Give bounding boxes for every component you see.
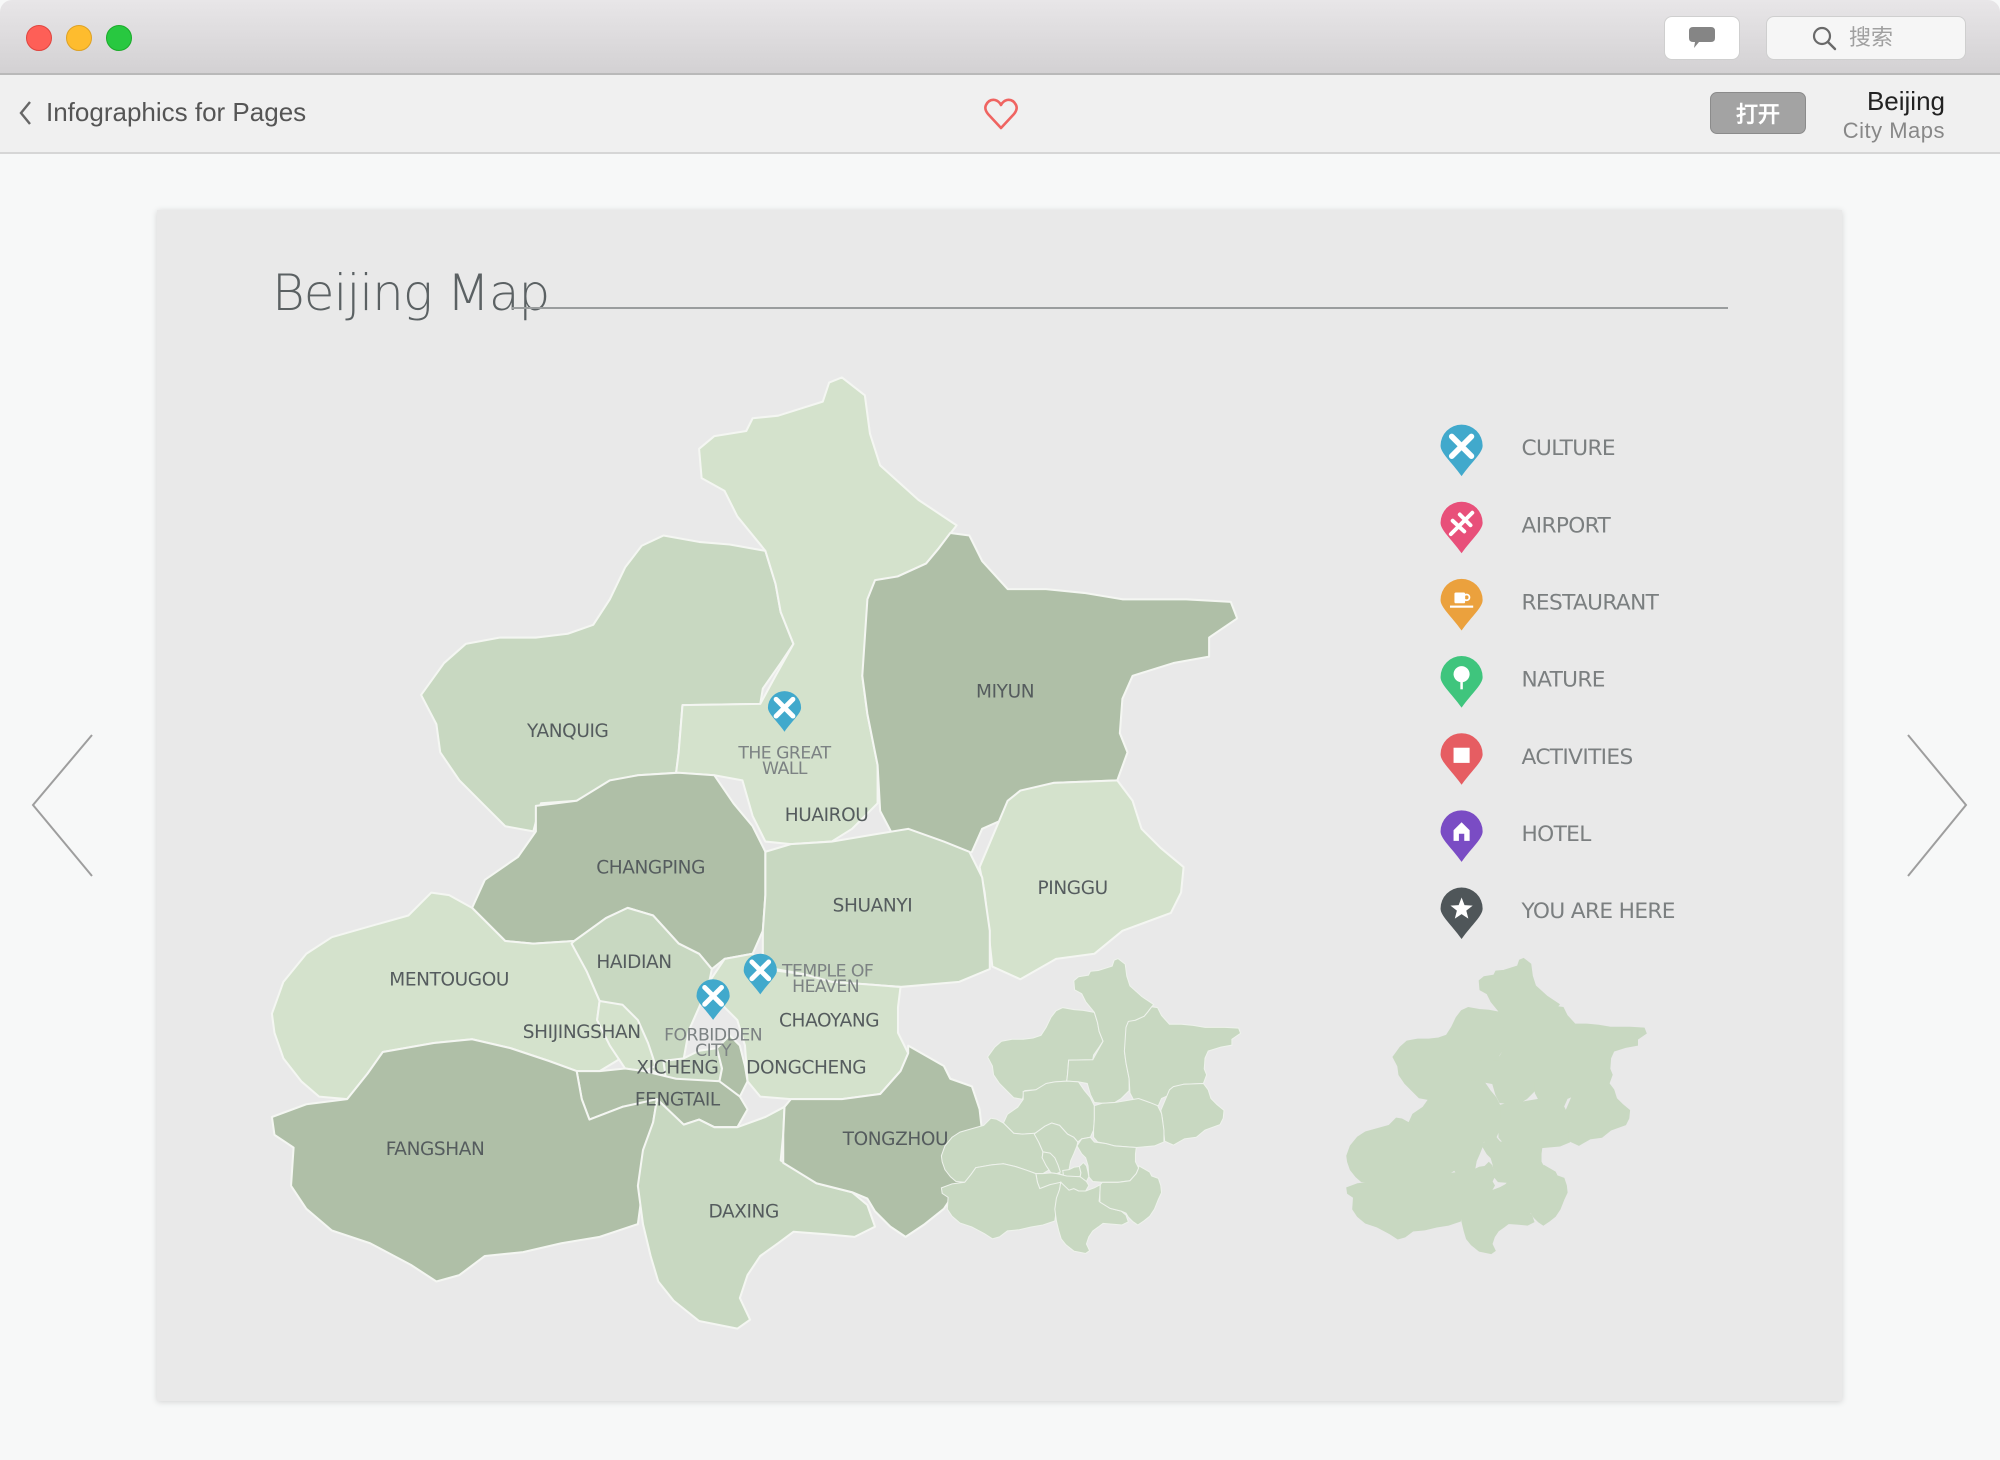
culture-pin-icon [1440,424,1483,477]
poi-label: HEAVEN [792,977,859,997]
legend-item: RESTAURANT [1440,578,1660,631]
legend-label: CULTURE [1522,436,1615,461]
legend: CULTURE AIRPORT RESTAURANT NATURE ACTIVITIES… [1440,424,1675,940]
district-label: DAXING [708,1202,778,1223]
legend-item: AIRPORT [1440,501,1612,554]
poi-label: WALL [762,759,808,779]
district-label: FENGTAIL [635,1090,721,1111]
mini-map-districts [940,957,1242,1255]
district-label: CHANGPING [596,857,705,878]
legend-item: YOU ARE HERE [1440,887,1675,940]
district-label: YANQUIG [526,721,608,742]
legend-label: ACTIVITIES [1522,745,1633,770]
district-label: SHUANYI [833,896,913,917]
district-label: FANGSHAN [386,1139,485,1160]
district-map [270,376,1239,1330]
legend-label: YOU ARE HERE [1521,899,1675,924]
district-label: TONGZHOU [842,1129,948,1150]
district-label: MIYUN [976,681,1034,702]
district-label: DONGCHENG [746,1058,866,1079]
beijing-map: YANQUIG HUAIROU MIYUN PINGGU CHANGPING SHUANY… [270,376,1675,1330]
hotel-pin-icon [1440,810,1483,862]
district-label: MENTOUGOU [389,970,509,991]
poi-label: CITY [695,1041,732,1061]
district-label: HAIDIAN [596,952,671,973]
district-label: PINGGU [1038,878,1108,899]
shopping-bag-icon [1453,747,1470,763]
legend-label: AIRPORT [1522,513,1612,538]
legend-item: HOTEL [1440,810,1592,862]
mini-maps [940,957,1647,1255]
legend-item: NATURE [1440,656,1605,708]
culture-pin-icon [696,979,730,1020]
district-label: CHAOYANG [779,1010,879,1031]
mini-district [1160,1082,1225,1146]
legend-item: CULTURE [1440,424,1616,477]
mini-district [1093,1097,1165,1149]
district-label: SHIJINGSHAN [523,1022,641,1043]
mini-district [1565,1082,1631,1146]
legend-label: RESTAURANT [1522,591,1660,616]
legend-label: NATURE [1522,668,1605,693]
legend-item: ACTIVITIES [1440,733,1633,785]
restaurant-pin-icon [1440,578,1483,631]
mini-map-outline [1346,957,1647,1255]
mini-district [1498,1097,1571,1149]
district-label: HUAIROU [785,805,869,826]
legend-label: HOTEL [1522,822,1592,847]
